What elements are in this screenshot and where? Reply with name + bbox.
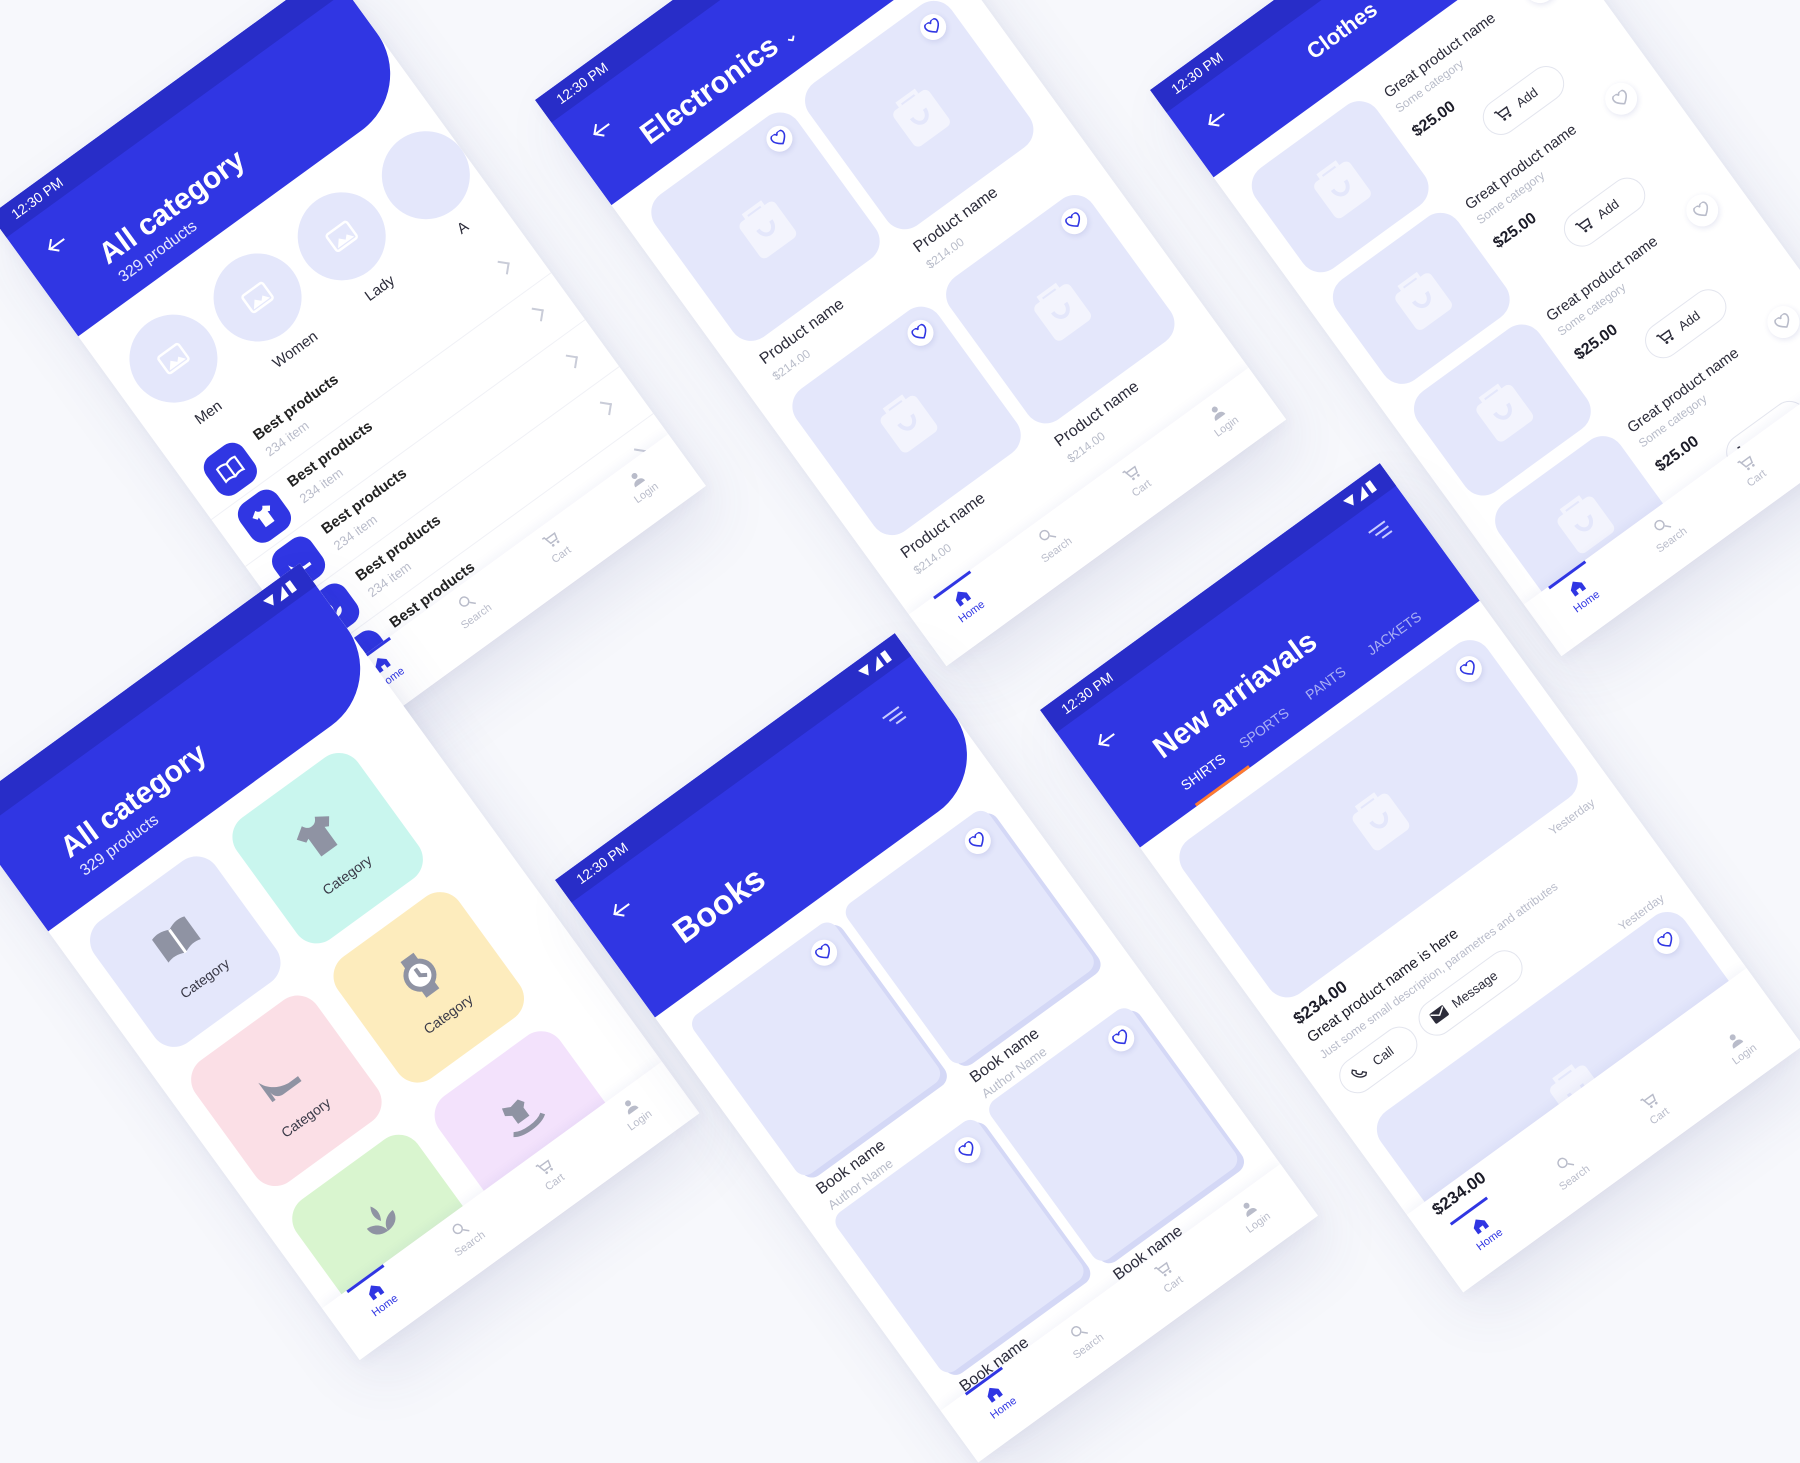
status-time: 12:30 PM	[8, 174, 66, 223]
nav-cart[interactable]: Cart	[1698, 426, 1800, 514]
filter-icon[interactable]	[1368, 520, 1394, 545]
heel-icon	[258, 1076, 302, 1103]
nav-login[interactable]: Login	[582, 1068, 686, 1156]
status-time: 12:30 PM	[1058, 669, 1116, 718]
heart-icon[interactable]	[761, 120, 798, 157]
page-title: Books	[665, 859, 773, 952]
tab-sports[interactable]: SPORTS	[1236, 704, 1292, 751]
cart-icon	[1655, 329, 1674, 344]
shirt-icon	[296, 816, 338, 857]
product-name: Great product name	[1461, 121, 1580, 214]
bag-icon	[1476, 383, 1534, 442]
cart-icon	[1574, 217, 1593, 233]
back-icon[interactable]	[1092, 724, 1123, 755]
back-icon[interactable]	[42, 229, 73, 260]
watch-icon	[602, 1231, 642, 1277]
nav-login[interactable]: Login	[1168, 374, 1272, 462]
heart-icon[interactable]	[1103, 1020, 1140, 1057]
phone-icon	[1351, 1069, 1368, 1078]
product-price: $25.00	[1409, 97, 1459, 141]
rocking-horse-icon	[501, 1099, 546, 1138]
image-icon	[157, 342, 190, 375]
heart-icon[interactable]	[949, 1131, 986, 1169]
chevron-right-icon	[564, 354, 578, 369]
heart-icon[interactable]	[1761, 299, 1800, 345]
diamond-icon	[457, 1333, 498, 1361]
status-time: 12:30 PM	[553, 59, 611, 108]
page-title: Clothes	[1301, 0, 1382, 65]
signal-icon	[1343, 480, 1377, 506]
header: 12:30 PM All category 329 products	[0, 0, 418, 337]
tab-pants[interactable]: PANTS	[1302, 663, 1348, 703]
image-icon	[241, 281, 274, 314]
filter-icon[interactable]	[882, 705, 908, 730]
chevron-right-icon	[598, 401, 613, 416]
product-price: $25.00	[1652, 432, 1702, 476]
category-circle-more[interactable]	[364, 113, 488, 237]
heart-icon[interactable]	[1648, 922, 1685, 960]
category-circle-label: A	[453, 218, 473, 238]
nav-login[interactable]: Login	[1686, 1002, 1790, 1090]
bag-icon	[1352, 792, 1410, 851]
bag-icon	[1034, 282, 1091, 341]
product-price: $25.00	[1490, 209, 1540, 253]
chevron-right-icon	[530, 307, 544, 322]
back-icon[interactable]	[607, 894, 638, 925]
mail-icon	[1429, 1005, 1449, 1024]
back-icon[interactable]	[587, 114, 618, 145]
back-icon[interactable]	[1202, 104, 1233, 135]
watch-icon	[400, 952, 440, 998]
heart-icon[interactable]	[1598, 76, 1644, 122]
category-circle-label: Lady	[361, 271, 398, 305]
plant-icon	[366, 1206, 396, 1235]
screen-all-category-grid: All category 329 products Category Catego…	[0, 563, 700, 1361]
bag-icon	[880, 394, 938, 453]
status-time: 12:30 PM	[1168, 49, 1226, 98]
chevron-down-icon: ⌄	[777, 23, 802, 49]
bag-icon	[739, 200, 797, 259]
bag-icon	[1314, 160, 1371, 219]
nav-cart[interactable]: Cart	[1115, 1232, 1219, 1320]
nav-cart[interactable]: Cart	[1083, 436, 1187, 524]
product-price: $25.00	[1571, 321, 1621, 364]
heart-icon[interactable]	[1056, 203, 1093, 240]
bag-icon	[1395, 271, 1452, 330]
category-circle-label: Men	[191, 397, 226, 429]
heart-icon[interactable]	[914, 8, 952, 46]
category-label: Category	[622, 1269, 679, 1316]
product-name: Great product name	[1543, 232, 1662, 325]
book-icon	[152, 916, 201, 963]
category-label: Category	[443, 1345, 574, 1360]
product-name: Great product name	[1624, 344, 1743, 437]
heart-icon[interactable]	[902, 314, 939, 352]
cart-icon	[1493, 105, 1512, 121]
tab-jackets[interactable]: JACKETS	[1364, 608, 1424, 658]
image-icon	[325, 220, 358, 253]
nav-search[interactable]: Search	[1516, 1125, 1620, 1213]
nav-search[interactable]: Search	[998, 498, 1102, 586]
heart-icon[interactable]	[1517, 0, 1563, 10]
status-time: 12:30 PM	[573, 839, 631, 888]
heart-icon[interactable]	[959, 822, 996, 860]
chevron-right-icon	[495, 260, 510, 275]
nav-search[interactable]: Search	[1030, 1294, 1134, 1382]
signal-icon	[858, 650, 892, 676]
heart-icon[interactable]	[805, 934, 843, 971]
heart-icon[interactable]	[1679, 188, 1725, 233]
heart-icon[interactable]	[1450, 650, 1488, 688]
status-bar: 12:30 PM	[555, 633, 912, 903]
bag-icon	[893, 88, 950, 147]
nav-login[interactable]: Login	[1200, 1170, 1304, 1258]
nav-cart[interactable]: Cart	[1601, 1064, 1705, 1152]
